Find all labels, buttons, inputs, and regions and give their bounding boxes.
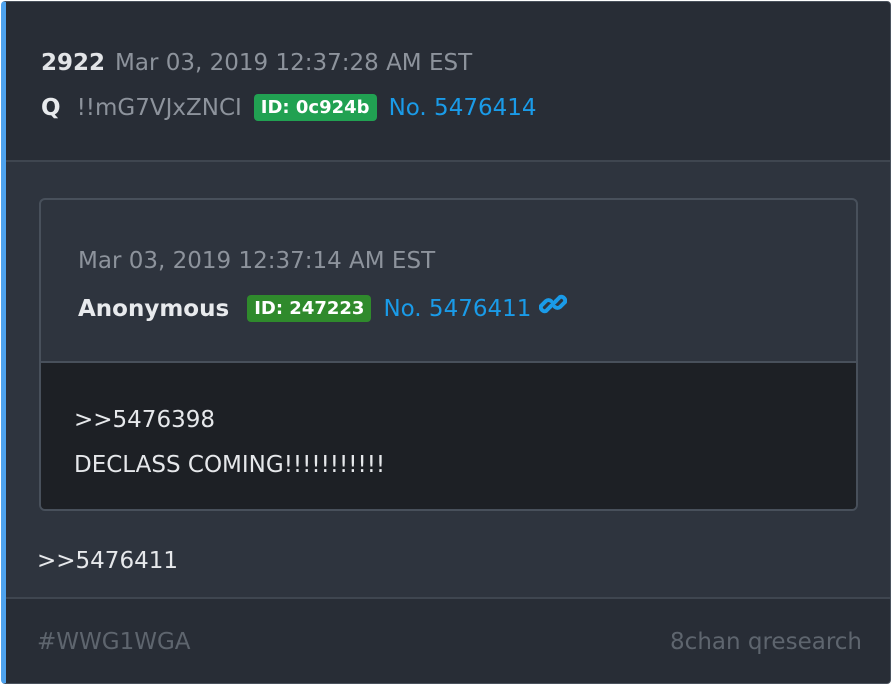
post-author: Q (41, 95, 61, 121)
quoted-post-date: Mar 03, 2019 12:37:14 AM EST (78, 248, 436, 274)
post-meta-row: 2922 Mar 03, 2019 12:37:28 AM EST (41, 49, 472, 77)
post-tripcode: !!mG7VJxZNCI (76, 95, 242, 121)
post-footer: #WWG1WGA 8chan qresearch (6, 597, 890, 683)
post-count: 2922 (41, 50, 106, 76)
quoted-post: Mar 03, 2019 12:37:14 AM EST Anonymous ID… (39, 198, 858, 511)
quoted-post-text: DECLASS COMING!!!!!!!!!!! (74, 452, 386, 478)
quoted-reference-link[interactable]: >>5476398 (74, 407, 215, 433)
footer-hashtag: #WWG1WGA (37, 629, 191, 655)
quoted-post-body: >>5476398 DECLASS COMING!!!!!!!!!!! (41, 363, 856, 509)
post-reply-reference[interactable]: >>5476411 (37, 548, 178, 574)
q-post-card: 2922 Mar 03, 2019 12:37:28 AM EST Q !!mG7V… (1, 1, 891, 684)
quoted-post-author: Anonymous (78, 296, 230, 322)
post-number-link[interactable]: No. 5476414 (389, 95, 537, 121)
post-header: 2922 Mar 03, 2019 12:37:28 AM EST Q !!mG7V… (6, 2, 890, 162)
link-icon[interactable] (539, 291, 568, 325)
quoted-post-header: Mar 03, 2019 12:37:14 AM EST Anonymous ID… (41, 200, 856, 363)
quoted-post-number-link[interactable]: No. 5476411 (383, 296, 531, 322)
post-date: Mar 03, 2019 12:37:28 AM EST (115, 50, 473, 76)
footer-source: 8chan qresearch (670, 629, 862, 655)
quoted-id-badge: ID: 247223 (247, 295, 372, 322)
post-id-badge: ID: 0c924b (253, 94, 377, 121)
post-author-row: Q !!mG7VJxZNCI ID: 0c924b No. 5476414 (41, 93, 537, 123)
quoted-author-row: Anonymous ID: 247223 No. 5476411 (78, 291, 568, 325)
